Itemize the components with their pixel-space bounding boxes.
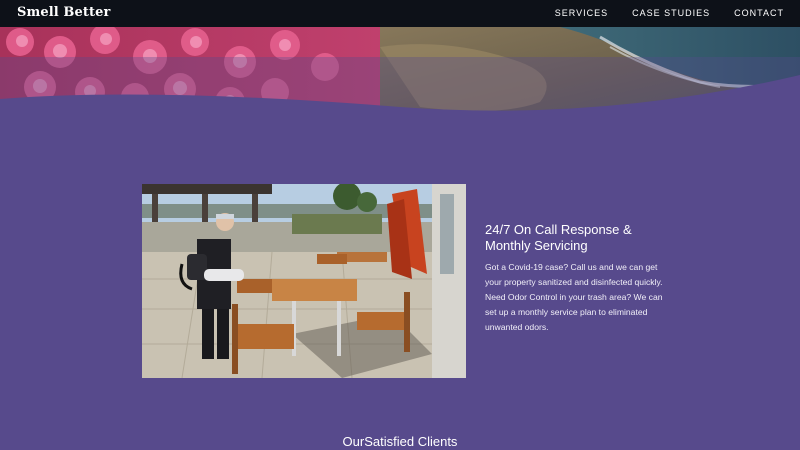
service-photo [142, 184, 466, 378]
nav-link-case-studies[interactable]: CASE STUDIES [632, 8, 710, 18]
service-description: Got a Covid-19 case? Call us and we can … [485, 262, 663, 332]
service-title: 24/7 On Call Response & Monthly Servicin… [485, 222, 632, 253]
hero-banner-image [0, 27, 800, 137]
site-logo[interactable]: Smell Better [17, 5, 110, 20]
clients-heading: OurSatisfied Clients [342, 434, 458, 449]
main-nav: SERVICES CASE STUDIES CONTACT [555, 8, 784, 18]
nav-link-services[interactable]: SERVICES [555, 8, 608, 18]
nav-link-contact[interactable]: CONTACT [734, 8, 784, 18]
service-section: 24/7 On Call Response & Monthly Servicin… [485, 222, 675, 335]
top-navbar: Smell Better SERVICES CASE STUDIES CONTA… [0, 0, 800, 27]
